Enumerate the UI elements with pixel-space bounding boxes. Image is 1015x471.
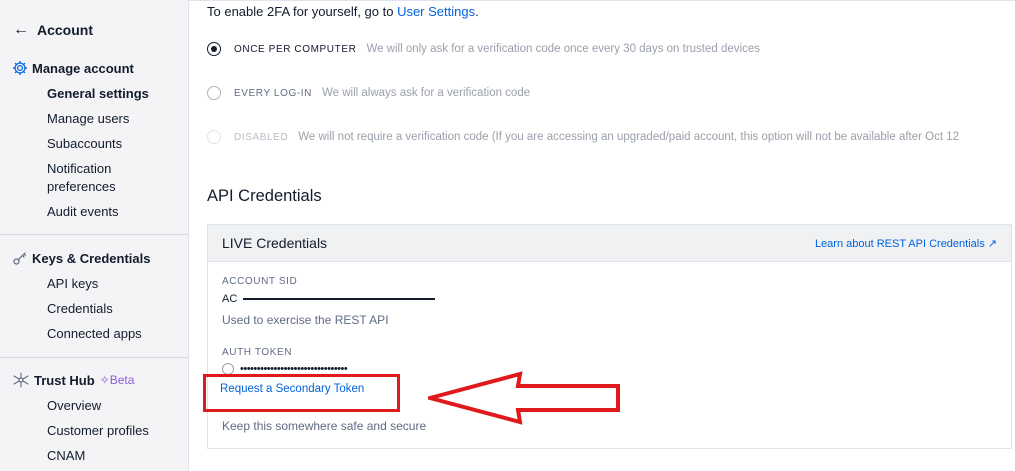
radio-once-per-computer[interactable]: ONCE PER COMPUTER We will only ask for a… (207, 42, 760, 56)
section-title: Keys & Credentials (32, 250, 151, 266)
key-icon (12, 250, 28, 266)
user-settings-link[interactable]: User Settings (397, 4, 475, 19)
intro-suffix: . (475, 4, 479, 19)
radio-description: We will always ask for a verification co… (321, 87, 531, 99)
radio-label: ONCE PER COMPUTER (234, 43, 357, 55)
sidebar-item-manage-users[interactable]: Manage users (47, 110, 167, 128)
sidebar: ← Account Manage account General setting… (0, 0, 189, 471)
account-sid-value[interactable]: AC (222, 293, 436, 305)
radio-disabled-icon[interactable] (207, 130, 221, 144)
sidebar-item-api-keys[interactable]: API keys (47, 275, 167, 293)
gear-icon (12, 60, 28, 76)
section-manage-account: Manage account (12, 60, 134, 76)
radio-label: EVERY LOG-IN (234, 87, 312, 99)
sidebar-item-audit-events[interactable]: Audit events (47, 203, 167, 221)
radio-unchecked-icon[interactable] (207, 86, 221, 100)
account-sid-text: AC (222, 293, 238, 305)
card-header: LIVE Credentials Learn about REST API Cr… (208, 225, 1011, 262)
beta-badge: ✧Beta (100, 373, 135, 387)
radio-description: We will not require a verification code … (298, 131, 960, 143)
redaction-line (243, 298, 436, 300)
sidebar-divider (0, 234, 189, 235)
section-trust-hub: Trust Hub ✧Beta (12, 372, 134, 388)
section-title: Manage account (32, 60, 134, 76)
intro-text: To enable 2FA for yourself, go to (207, 4, 398, 19)
sidebar-item-general-settings[interactable]: General settings (47, 85, 167, 103)
learn-rest-api-link[interactable]: Learn about REST API Credentials ↗ (815, 237, 997, 250)
sidebar-item-overview[interactable]: Overview (47, 397, 167, 415)
account-sid-note: Used to exercise the REST API (222, 313, 389, 327)
arrow-left-icon: ← (13, 21, 29, 38)
account-sid-label: ACCOUNT SID (222, 276, 298, 287)
annotation-highlight-box (203, 374, 400, 412)
radio-checked-icon[interactable] (207, 42, 221, 56)
annotation-arrow-icon (428, 371, 620, 425)
beta-label: Beta (109, 373, 135, 387)
auth-token-note: Keep this somewhere safe and secure (222, 419, 427, 433)
back-label: Account (37, 22, 93, 38)
section-keys-credentials: Keys & Credentials (12, 250, 151, 266)
top-rule (189, 0, 1015, 1)
sidebar-item-subaccounts[interactable]: Subaccounts (47, 135, 167, 153)
sparkle-icon: ✧ (99, 373, 110, 387)
twofa-intro: To enable 2FA for yourself, go to User S… (207, 4, 479, 19)
radio-disabled[interactable]: DISABLED We will not require a verificat… (207, 130, 959, 144)
api-credentials-heading: API Credentials (207, 187, 322, 205)
sidebar-item-notification-preferences[interactable]: Notification preferences (47, 160, 167, 196)
network-icon (12, 372, 30, 388)
sidebar-item-credentials[interactable]: Credentials (47, 300, 167, 318)
radio-every-log-in[interactable]: EVERY LOG-IN We will always ask for a ve… (207, 86, 530, 100)
sidebar-item-cnam[interactable]: CNAM (47, 447, 167, 465)
card-title: LIVE Credentials (222, 235, 328, 251)
back-to-account-link[interactable]: ← Account (13, 21, 93, 39)
radio-description: We will only ask for a verification code… (366, 43, 760, 55)
radio-label: DISABLED (234, 131, 289, 143)
sidebar-divider (0, 357, 189, 358)
auth-token-label: AUTH TOKEN (222, 347, 293, 358)
section-title: Trust Hub (34, 372, 95, 388)
sidebar-item-connected-apps[interactable]: Connected apps (47, 325, 167, 343)
sidebar-item-customer-profiles[interactable]: Customer profiles (47, 422, 167, 440)
